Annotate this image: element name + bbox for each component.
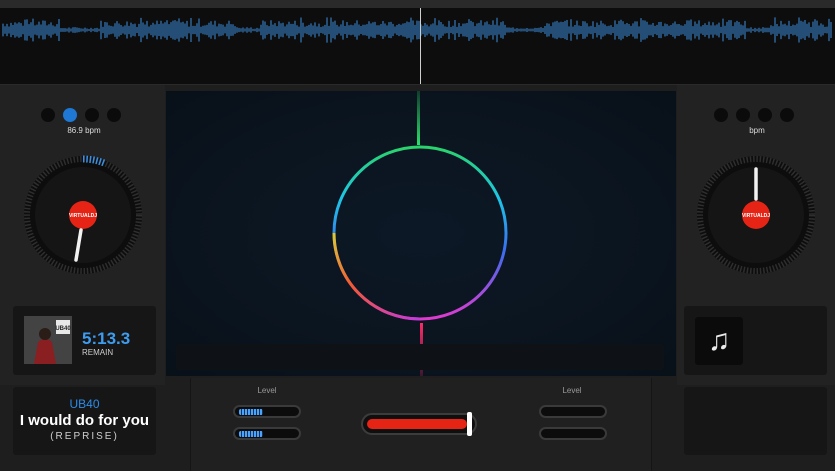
- music-note-icon: ♫: [695, 317, 743, 365]
- right-beat-dot-1: [714, 108, 728, 122]
- track-subtitle: (REPRISE): [50, 431, 119, 442]
- time-readout[interactable]: 5:13.3: [82, 329, 130, 349]
- left-level-meter-2: [233, 427, 301, 440]
- visualizer-beam-top: [417, 91, 420, 145]
- right-beat-dot-4: [780, 108, 794, 122]
- right-bottom-panel: [684, 387, 827, 455]
- album-art-text: UB40: [55, 326, 71, 332]
- left-platter-label: VIRTUALDJ: [69, 213, 97, 219]
- track-title: I would do for you: [19, 412, 150, 429]
- waveform-overview[interactable]: [0, 0, 835, 85]
- crossfader-track: [367, 419, 467, 429]
- waveform-top-strip: [0, 0, 835, 8]
- video-visualizer: [166, 91, 676, 376]
- left-jog-wheel[interactable]: VIRTUALDJ: [23, 155, 143, 275]
- right-jog-wheel[interactable]: VIRTUALDJ: [696, 155, 816, 275]
- time-mode-label: REMAIN: [82, 348, 114, 357]
- right-beat-dot-2: [736, 108, 750, 122]
- left-bpm-readout: 86.9 bpm: [67, 126, 101, 135]
- right-level-meter-1: [539, 405, 607, 418]
- album-art: UB40: [24, 316, 72, 364]
- left-level-meter-2-fill: [239, 431, 263, 437]
- left-level-label: Level: [257, 386, 277, 395]
- right-level-label: Level: [562, 386, 582, 395]
- playhead-marker: [420, 8, 421, 84]
- left-level-meter-1: [233, 405, 301, 418]
- left-beat-dot-3: [85, 108, 99, 122]
- right-bpm-readout: bpm: [749, 126, 765, 135]
- track-artist: UB40: [69, 397, 100, 411]
- left-beat-dot-2: [63, 108, 77, 122]
- left-level-meter-1-fill: [239, 409, 263, 415]
- waveform-svg: [2, 17, 832, 43]
- crossfader[interactable]: [361, 412, 477, 436]
- right-platter-label: VIRTUALDJ: [742, 213, 770, 219]
- left-beat-dot-1: [41, 108, 55, 122]
- right-beat-dot-3: [758, 108, 772, 122]
- video-caption-bar: [176, 344, 664, 370]
- crossfader-handle[interactable]: [467, 412, 472, 436]
- left-beat-dot-4: [107, 108, 121, 122]
- right-level-meter-2: [539, 427, 607, 440]
